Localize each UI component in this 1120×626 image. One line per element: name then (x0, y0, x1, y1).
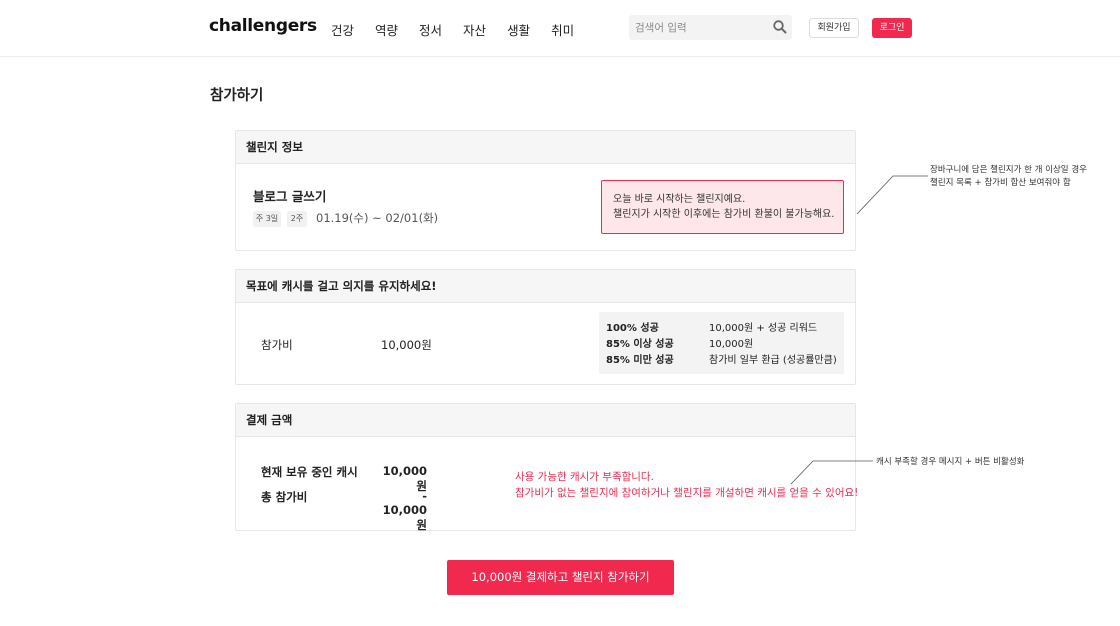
reward-condition: 100% 성공 (606, 323, 659, 334)
notice-line: 챌린지가 시작한 이후에는 참가비 환불이 불가능해요. (613, 209, 835, 220)
login-button[interactable]: 로그인 (872, 18, 912, 38)
reward-result: 10,000원 + 성공 리워드 (709, 323, 818, 334)
payment-card: 결제 금액 현재 보유 중인 캐시 10,000원 총 참가비 - 10,000… (235, 403, 859, 532)
search-input[interactable] (635, 19, 765, 36)
card-heading: 목표에 캐시를 걸고 의지를 유지하세요! (236, 270, 855, 303)
challenge-info-card: 챌린지 정보 블로그 글쓰기 주 3일 2주 01.19(수) ~ 02/01(… (235, 130, 856, 251)
current-cash-label: 현재 보유 중인 캐시 (261, 465, 358, 479)
notice-line: 오늘 바로 시작하는 챌린지예요. (613, 194, 746, 205)
reward-condition: 85% 미만 성공 (606, 355, 674, 366)
total-fee-label: 총 참가비 (261, 490, 308, 504)
nav-item-health[interactable]: 건강 (331, 20, 354, 39)
duration-tag: 2주 (287, 211, 307, 227)
nav-item-skill[interactable]: 역량 (375, 20, 398, 39)
search-icon[interactable] (772, 19, 788, 35)
reward-result: 참가비 일부 환급 (성공률만큼) (709, 355, 837, 366)
annotation-line: 장바구니에 담은 챌린지가 한 개 이상일 경우 (930, 165, 1087, 175)
challenge-period: 01.19(수) ~ 02/01(화) (316, 211, 439, 225)
frequency-tag: 주 3일 (253, 211, 281, 227)
cash-warning-hint: 참가비가 없는 챌린지에 참여하거나 챌린지를 개설하면 캐시를 얻을 수 있어… (515, 487, 859, 499)
main-nav: 건강 역량 정서 자산 생활 취미 (331, 20, 595, 39)
nav-item-asset[interactable]: 자산 (463, 20, 486, 39)
card-heading: 챌린지 정보 (236, 131, 855, 164)
search-box (629, 15, 792, 40)
fee-label: 참가비 (261, 338, 293, 352)
challenge-name: 블로그 글쓰기 (253, 189, 327, 204)
page-title: 참가하기 (210, 88, 264, 104)
start-notice-box: 오늘 바로 시작하는 챌린지예요. 챌린지가 시작한 이후에는 참가비 환불이 … (601, 180, 844, 234)
card-heading: 결제 금액 (236, 404, 855, 437)
total-fee-value: - 10,000원 (382, 489, 427, 532)
annotation-line: 챌린지 목록 + 참가비 합산 보여줘야 함 (930, 178, 1071, 188)
annotation-cash: 캐시 부족할 경우 메시지 + 버튼 비활성화 (876, 457, 1025, 467)
join-button[interactable]: 회원가입 (809, 18, 859, 38)
fee-value: 10,000원 (381, 338, 432, 352)
fee-card: 목표에 캐시를 걸고 의지를 유지하세요! 참가비 10,000원 100% 성… (235, 269, 856, 385)
pay-and-join-button[interactable]: 10,000원 결제하고 챌린지 참가하기 (447, 560, 674, 595)
reward-result: 10,000원 (709, 339, 754, 350)
nav-item-emotion[interactable]: 정서 (419, 20, 442, 39)
cash-warning: 사용 가능한 캐시가 부족합니다. (515, 471, 654, 483)
reward-table: 100% 성공 10,000원 + 성공 리워드 85% 이상 성공 10,00… (599, 312, 844, 374)
reward-condition: 85% 이상 성공 (606, 339, 674, 350)
logo[interactable]: challengers (209, 16, 317, 36)
nav-item-life[interactable]: 생활 (507, 20, 530, 39)
top-header: challengers 건강 역량 정서 자산 생활 취미 회원가입 로그인 (0, 0, 1120, 57)
nav-item-hobby[interactable]: 취미 (551, 20, 574, 39)
annotation-cart: 장바구니에 담은 챌린지가 한 개 이상일 경우 챌린지 목록 + 참가비 합산… (930, 164, 1087, 190)
